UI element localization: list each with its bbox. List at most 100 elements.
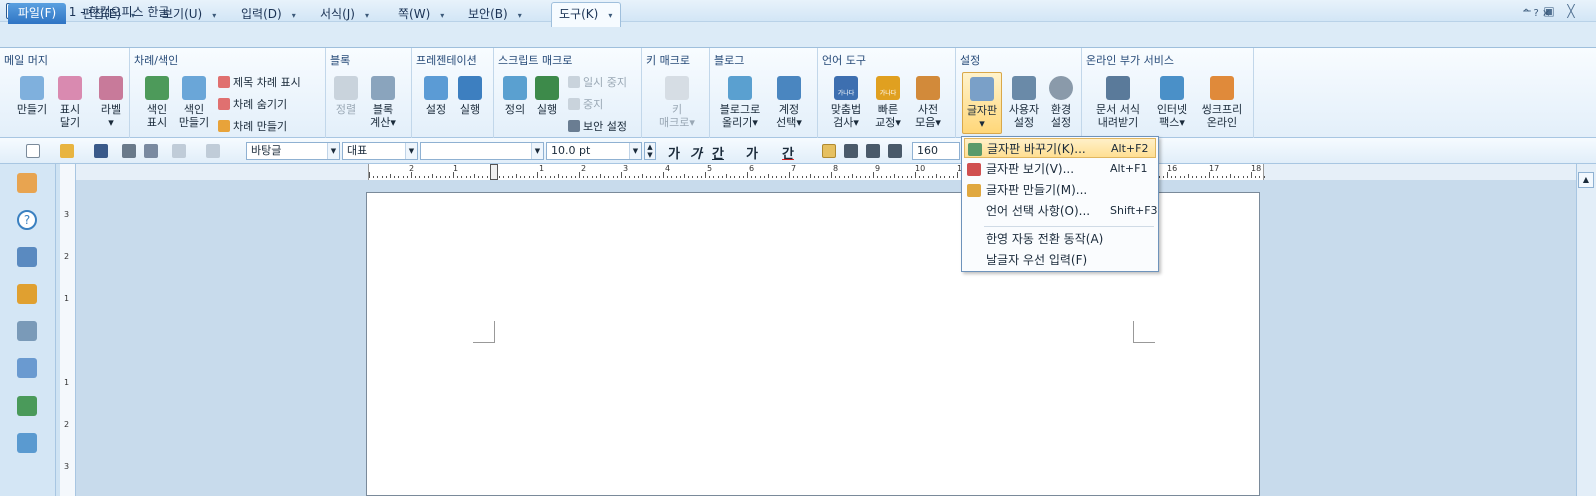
- mail-merge-mark-button[interactable]: 표시 달기: [52, 76, 88, 129]
- font-size-input[interactable]: 10.0 pt ▼: [546, 142, 642, 160]
- group-title: 블록: [330, 54, 351, 67]
- ruler-tick: [532, 176, 534, 178]
- label-button[interactable]: 라벨 ▾: [94, 76, 128, 129]
- style-select[interactable]: 바탕글 ▼: [246, 142, 340, 160]
- ruler-tick: [780, 176, 782, 178]
- italic-button[interactable]: 가: [690, 143, 702, 162]
- user-settings-button[interactable]: 사용자 설정: [1004, 76, 1044, 129]
- spell-check-button[interactable]: 가나다 맞춤법 검사▾: [824, 76, 868, 129]
- strike-button[interactable]: 가: [746, 143, 758, 162]
- ruler-tick: [940, 176, 942, 178]
- menu-item-auto-switch[interactable]: 한영 자동 전환 동작(A): [964, 229, 1156, 249]
- list-icon[interactable]: [17, 247, 37, 267]
- vertical-ruler[interactable]: 3 2 1 1 2 3: [60, 164, 76, 496]
- toc-hide-button[interactable]: 차례 숨기기: [218, 96, 287, 112]
- menu-file[interactable]: 파일(F): [8, 3, 66, 24]
- ruler-tick: [528, 176, 530, 178]
- ruler-tick: [1162, 176, 1164, 178]
- dictionary-button[interactable]: 사전 모음▾: [908, 76, 948, 129]
- underline-button[interactable]: 간: [712, 143, 724, 162]
- scroll-up-icon[interactable]: ▲: [1578, 172, 1594, 188]
- redo-icon[interactable]: [206, 144, 220, 158]
- menu-tools[interactable]: 도구(K) ▾: [551, 2, 621, 27]
- vertical-scrollbar[interactable]: [1576, 164, 1596, 496]
- macro-icon[interactable]: [17, 396, 37, 416]
- sort-button[interactable]: 정렬: [332, 76, 360, 116]
- font-color-button[interactable]: 간: [782, 143, 794, 162]
- blog-account-button[interactable]: 계정 선택▾: [768, 76, 810, 129]
- block-calc-button[interactable]: 블록 계산▾: [362, 76, 404, 129]
- ruler-tick: [675, 176, 677, 178]
- security-icon: [568, 120, 580, 132]
- align-center-icon[interactable]: [866, 144, 880, 158]
- macro-pause-button[interactable]: 일시 중지: [568, 74, 627, 90]
- presentation-run-button[interactable]: 실행: [454, 76, 486, 116]
- ruler-tick: [566, 176, 568, 178]
- translate-icon[interactable]: [17, 433, 37, 453]
- align-left-icon[interactable]: [844, 144, 858, 158]
- ruler-tick: [654, 176, 656, 178]
- ruler-tick: [1238, 176, 1240, 178]
- close-icon[interactable]: ╳: [1562, 3, 1580, 19]
- ruler-tick: [415, 176, 417, 178]
- quick-correct-button[interactable]: 가나다 빠른 교정▾: [868, 76, 908, 129]
- font-select[interactable]: ▼: [420, 142, 544, 160]
- macro-stop-button[interactable]: 중지: [568, 96, 603, 112]
- download-template-button[interactable]: 문서 서식 내려받기: [1088, 76, 1148, 129]
- toc-make-button[interactable]: 차례 만들기: [218, 118, 287, 134]
- ruler-tick: [604, 176, 606, 178]
- menu-item-change-keyboard[interactable]: 글자판 바꾸기(K)... Alt+F2: [964, 138, 1156, 158]
- preview-icon[interactable]: [144, 144, 158, 158]
- menu-page[interactable]: 쪽(W) ▾: [398, 5, 444, 23]
- menu-item-language-options[interactable]: 언어 선택 사항(O)... Shift+F3: [964, 201, 1158, 221]
- book-icon[interactable]: [17, 173, 37, 193]
- undo-icon[interactable]: [172, 144, 186, 158]
- bold-button[interactable]: 가: [668, 143, 680, 162]
- menu-insert[interactable]: 입력(D) ▾: [241, 5, 296, 23]
- presentation-setup-button[interactable]: 설정: [420, 76, 452, 116]
- menu-item-make-keyboard[interactable]: 글자판 만들기(M)...: [964, 180, 1156, 200]
- quick-correct-icon: 가나다: [876, 76, 900, 100]
- help-icon[interactable]: ?: [17, 210, 37, 230]
- ruler-tick: [1171, 176, 1173, 178]
- font-size-spinner[interactable]: ▲ ▼: [644, 142, 656, 160]
- open-folder-icon[interactable]: [60, 144, 74, 158]
- menu-separator: [984, 226, 1154, 227]
- internet-fax-button[interactable]: 인터넷 팩스▾: [1152, 76, 1192, 129]
- toc-show-title-button[interactable]: 제목 차례 표시: [218, 74, 301, 90]
- keyboard-layout-button[interactable]: 글자판 ▾: [962, 72, 1002, 134]
- line-spacing-input[interactable]: 160: [912, 142, 960, 160]
- blog-upload-button[interactable]: 블로그로 올리기▾: [716, 76, 764, 129]
- group-title: 언어 도구: [822, 54, 866, 67]
- align-right-icon[interactable]: [888, 144, 902, 158]
- page-icon[interactable]: [17, 321, 37, 341]
- ruler-tick: [814, 176, 816, 178]
- lightning-icon[interactable]: [17, 284, 37, 304]
- index-make-button[interactable]: 색인 만들기: [174, 76, 214, 129]
- align-justify-icon[interactable]: [822, 144, 836, 158]
- menu-item-view-keyboard[interactable]: 글자판 보기(V)... Alt+F1: [964, 159, 1156, 179]
- indent-marker[interactable]: [490, 164, 498, 180]
- print-icon[interactable]: [122, 144, 136, 158]
- macro-run-button[interactable]: 실행: [532, 76, 562, 116]
- index-mark-button[interactable]: 색인 표시: [140, 76, 174, 129]
- new-document-icon[interactable]: [26, 144, 40, 158]
- mail-merge-make-button[interactable]: 만들기: [12, 76, 52, 116]
- environment-settings-button[interactable]: 환경 설정: [1044, 76, 1078, 129]
- menu-edit[interactable]: 편집(E) ▾: [82, 5, 135, 23]
- menu-security[interactable]: 보안(B) ▾: [468, 5, 522, 23]
- form-icon[interactable]: [17, 358, 37, 378]
- macro-define-button[interactable]: 정의: [500, 76, 530, 116]
- ruler-tick: [579, 172, 580, 178]
- menu-format[interactable]: 서식(J) ▾: [320, 5, 369, 23]
- ruler-tick: [520, 176, 522, 178]
- ribbon-minimize-help-close[interactable]: ^ ? ×: [1522, 8, 1550, 19]
- macro-define-icon: [503, 76, 527, 100]
- key-macro-button[interactable]: 키 매크로▾: [652, 76, 702, 129]
- language-select[interactable]: 대표 ▼: [342, 142, 418, 160]
- menu-view[interactable]: 보기(U) ▾: [162, 5, 216, 23]
- save-icon[interactable]: [94, 144, 108, 158]
- thinkfree-online-button[interactable]: 씽크프리 온라인: [1196, 76, 1248, 129]
- menu-item-raw-input[interactable]: 날글자 우선 입력(F): [964, 250, 1156, 270]
- macro-security-button[interactable]: 보안 설정: [568, 118, 627, 134]
